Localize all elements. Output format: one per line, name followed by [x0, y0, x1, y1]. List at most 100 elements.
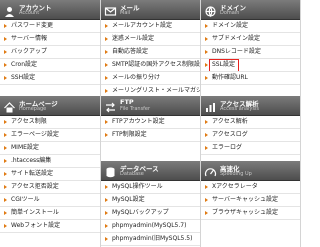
menu-item[interactable]: アクセス解析 — [201, 116, 300, 129]
menu-item[interactable]: .htaccess編集 — [0, 155, 100, 168]
arrow-icon — [4, 24, 7, 28]
menu-item-label: 動作確認URL — [212, 74, 248, 81]
menu-item[interactable]: 動作確認URL — [201, 72, 300, 85]
menu-item-label: MySQL操作ツール — [112, 183, 163, 190]
menu-item[interactable]: サブドメイン設定 — [201, 33, 300, 46]
menu-item-label: アクセス拒否設定 — [11, 183, 59, 190]
menu-item[interactable]: MIME設定 — [0, 142, 100, 155]
menu-item-label: MySQL設定 — [112, 196, 145, 203]
domain-icon — [204, 3, 217, 18]
menu-item[interactable]: バックアップ — [0, 46, 100, 59]
menu-item[interactable]: エラーログ — [201, 142, 300, 155]
arrow-icon — [105, 237, 108, 241]
section-subtitle: Account — [19, 10, 40, 16]
arrow-icon — [105, 211, 108, 215]
menu-item[interactable]: パスワード変更 — [0, 20, 100, 33]
arrow-icon — [105, 89, 108, 93]
menu-item-label: ブラウザキャッシュ設定 — [212, 209, 279, 216]
arrow-icon — [205, 63, 208, 67]
menu-item-label: Webフォント設定 — [11, 222, 61, 229]
menu-item[interactable]: MySQL設定 — [101, 194, 200, 207]
menu-item[interactable]: エラーページ設定 — [0, 129, 100, 142]
arrow-icon — [4, 211, 7, 215]
menu-item-label: MIME設定 — [11, 144, 39, 151]
menu-item[interactable]: ブラウザキャッシュ設定 — [201, 207, 300, 220]
section-header: ホームページ Homepage — [0, 96, 100, 116]
section-subtitle: Speeding Up — [220, 171, 252, 177]
menu-item-label: SSL設定 — [212, 61, 235, 68]
mail-icon — [104, 3, 117, 16]
arrow-icon — [205, 185, 208, 189]
menu-section: データベース Database MySQL操作ツール MySQL設定 MySQLバックア… — [101, 161, 200, 246]
menu-item-label: FTP制限設定 — [112, 131, 147, 138]
menu-item-label: Cron設定 — [11, 61, 37, 68]
section-header: メール Mail — [101, 0, 200, 20]
menu-item[interactable]: phpmyadmin(MySQL5.7) — [101, 220, 200, 233]
menu-item-label: FTPアカウント設定 — [112, 118, 165, 125]
menu-item[interactable]: 迷惑メール設定 — [101, 33, 200, 46]
menu-item-label: SSH設定 — [11, 74, 36, 81]
menu-item[interactable]: phpmyadmin(旧MySQL5.5) — [101, 233, 200, 246]
menu-item[interactable]: サイト転送設定 — [0, 168, 100, 181]
menu-item-label: アクセス制限 — [11, 118, 47, 125]
menu-section: FTP File Transfer FTPアカウント設定 FTP制限設定 — [101, 96, 200, 142]
section-subtitle: Homepage — [19, 106, 47, 112]
menu-item-label: エラーログ — [212, 144, 243, 151]
menu-item[interactable]: SSL設定 — [201, 59, 300, 72]
menu-item-label: phpmyadmin(MySQL5.7) — [112, 222, 187, 229]
arrow-icon — [105, 198, 108, 202]
menu-item[interactable]: ドメイン設定 — [201, 20, 300, 33]
menu-item[interactable]: アクセス拒否設定 — [0, 181, 100, 194]
arrow-icon — [205, 24, 208, 28]
section-header: アカウント Account — [0, 0, 100, 20]
menu-item-label: サーバーキャッシュ設定 — [212, 196, 278, 203]
menu-item-label: メールの振り分け — [112, 74, 161, 81]
section-subtitle: Domain — [220, 10, 240, 16]
menu-item-label: ドメイン設定 — [212, 22, 249, 29]
menu-item[interactable]: SSH設定 — [0, 72, 100, 85]
menu-item-label: アクセス解析 — [212, 118, 248, 125]
menu-item[interactable]: サーバーキャッシュ設定 — [201, 194, 300, 207]
menu-item[interactable]: Cron設定 — [0, 59, 100, 72]
menu-item[interactable]: FTP制限設定 — [101, 129, 200, 142]
arrow-icon — [4, 224, 7, 228]
menu-item[interactable]: サーバー情報 — [0, 33, 100, 46]
arrow-icon — [105, 37, 108, 41]
arrow-icon — [205, 120, 208, 124]
database-icon — [104, 164, 117, 178]
arrow-icon — [4, 120, 7, 124]
menu-item-label: メールアカウント設定 — [112, 22, 173, 29]
menu-item[interactable]: メールアカウント設定 — [101, 20, 200, 33]
menu-item[interactable]: メールの振り分け — [101, 72, 200, 85]
menu-item[interactable]: 自動応答設定 — [101, 46, 200, 59]
section-subtitle: Access analysis — [220, 106, 259, 112]
section-header: データベース Database — [101, 161, 200, 181]
menu-item[interactable]: アクセスログ — [201, 129, 300, 142]
server-panel-menu: アカウント Account パスワード変更サーバー情報バックアップ Cron設定 SSH… — [0, 0, 301, 247]
menu-section: ホームページ Homepage アクセス制限エラーページ設定 MIME設定 .htacc… — [0, 96, 100, 233]
menu-item-label: サーバー情報 — [11, 35, 47, 42]
menu-item-label: アクセスログ — [212, 131, 248, 138]
menu-item[interactable]: CGIツール — [0, 194, 100, 207]
menu-column: アカウント Account パスワード変更サーバー情報バックアップ Cron設定 SSH… — [0, 0, 100, 247]
menu-item-label: 迷惑メール設定 — [112, 35, 155, 42]
menu-item[interactable]: アクセス制限 — [0, 116, 100, 129]
menu-item[interactable]: SMTP認証の国外アクセス制限設定 — [101, 59, 200, 72]
menu-item[interactable]: Webフォント設定 — [0, 220, 100, 233]
arrow-icon — [105, 76, 108, 80]
menu-item[interactable]: MySQLバックアップ — [101, 207, 200, 220]
menu-item[interactable]: 簡単インストール — [0, 207, 100, 220]
menu-item[interactable]: MySQL操作ツール — [101, 181, 200, 194]
menu-item[interactable]: DNSレコード設定 — [201, 46, 300, 59]
arrow-icon — [105, 224, 108, 228]
menu-item-label: CGIツール — [11, 196, 40, 203]
section-title: FTP — [120, 98, 134, 106]
arrow-icon — [4, 133, 7, 137]
menu-section: メール Mail メールアカウント設定 迷惑メール設定自動応答設定 SMTP認証の国外ア… — [101, 0, 200, 98]
menu-item[interactable]: FTPアカウント設定 — [101, 116, 200, 129]
menu-item[interactable]: Xアクセラレータ — [201, 181, 300, 194]
section-subtitle: Mail — [120, 10, 131, 16]
menu-item-label: phpmyadmin(旧MySQL5.5) — [112, 235, 193, 242]
section-header: アクセス解析 Access analysis — [201, 96, 300, 116]
arrow-icon — [4, 76, 7, 80]
